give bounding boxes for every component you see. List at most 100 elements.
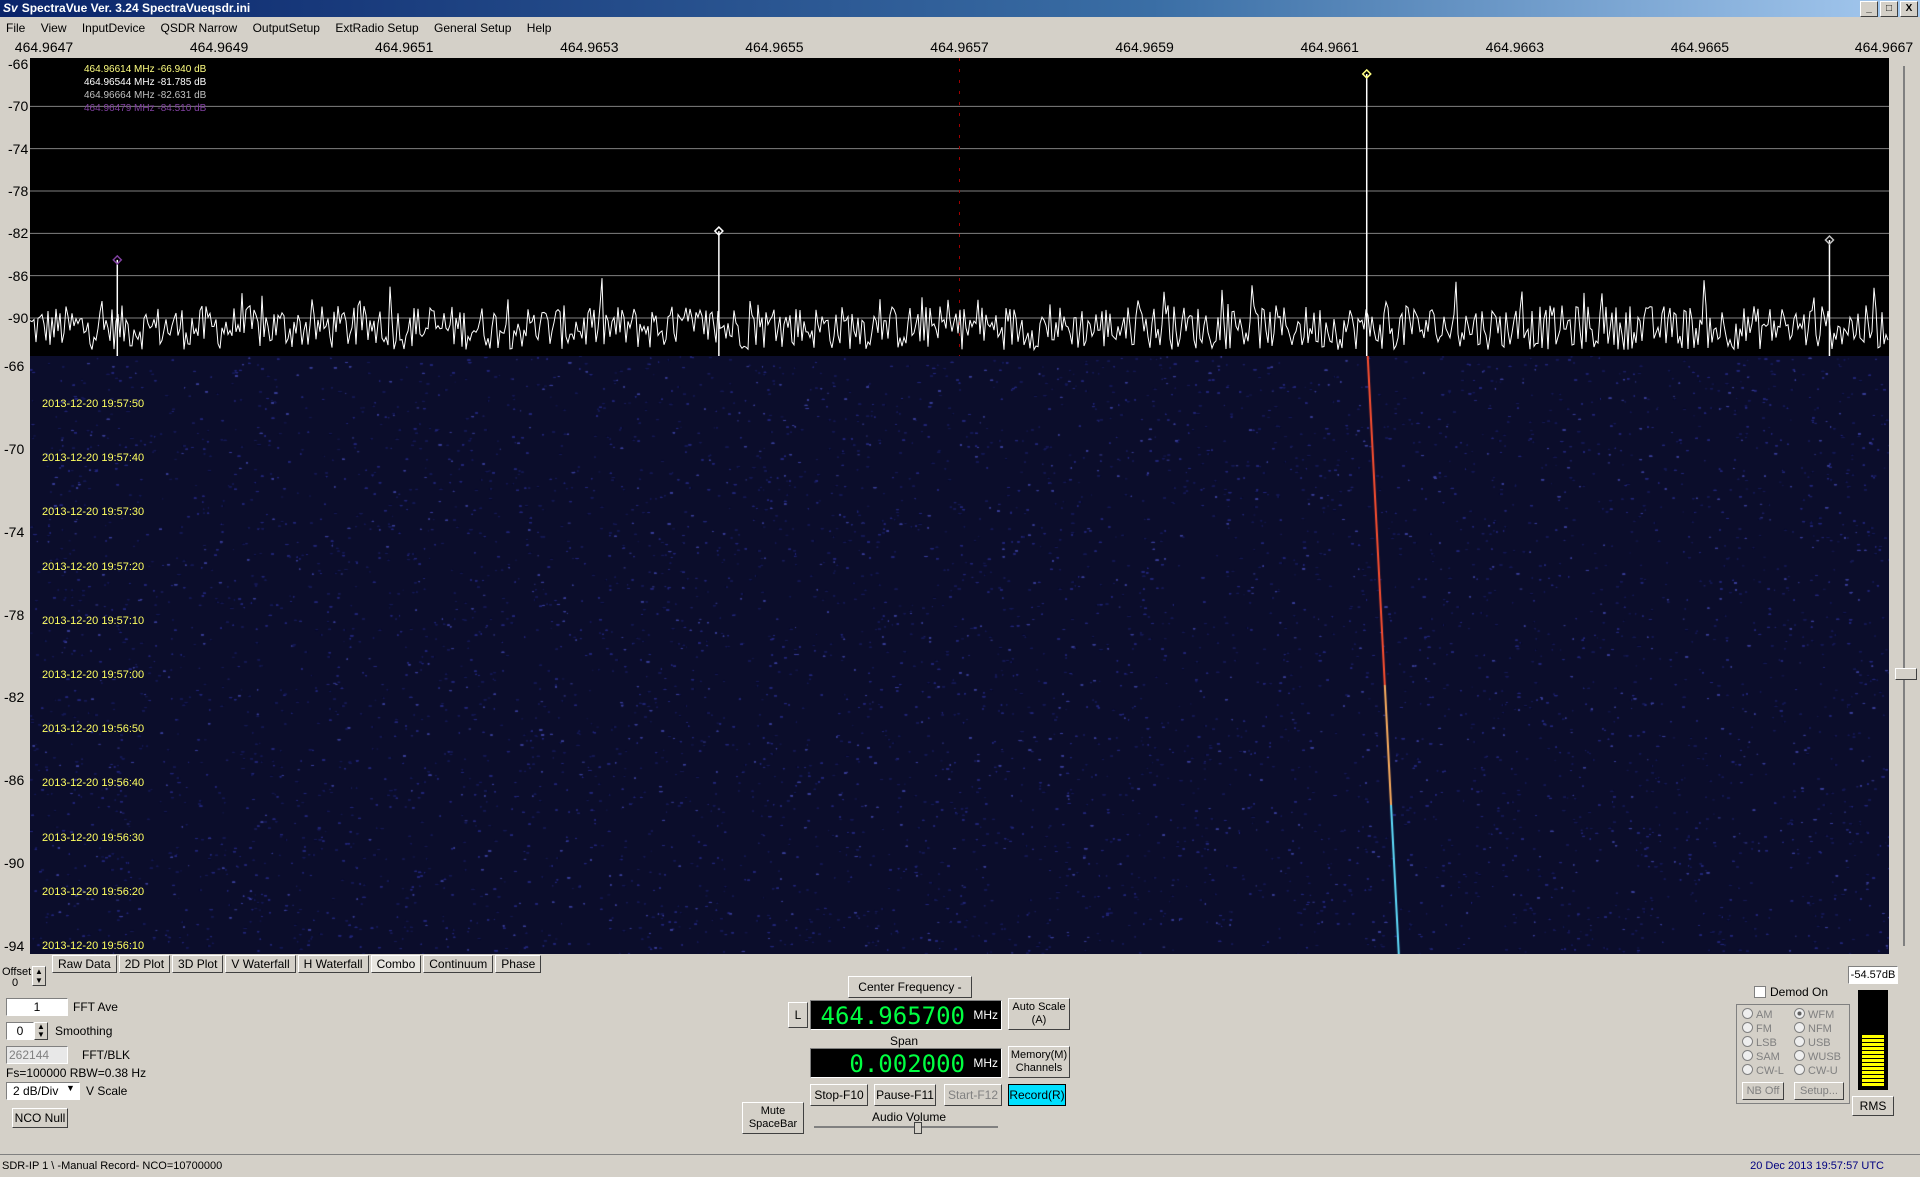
wf-db-tick: -70 <box>4 440 25 457</box>
status-datetime: 20 Dec 2013 19:57:57 UTC <box>1750 1160 1884 1172</box>
db-tick: -74 <box>8 140 29 157</box>
status-left: SDR-IP 1 \ -Manual Record- NCO=10700000 <box>2 1160 223 1172</box>
mode-wfm[interactable]: WFM <box>1794 1008 1834 1021</box>
frequency-axis: 464.9647 464.9649 464.9651 464.9653 464.9655… <box>0 38 1920 58</box>
mode-cw-u[interactable]: CW-U <box>1794 1064 1838 1077</box>
slider-track <box>1903 66 1905 946</box>
mode-usb[interactable]: USB <box>1794 1036 1831 1049</box>
stop-button[interactable]: Stop-F10 <box>810 1084 868 1106</box>
mute-button[interactable]: Mute SpaceBar <box>742 1102 804 1134</box>
auto-scale-button[interactable]: Auto Scale (A) <box>1008 998 1070 1030</box>
freq-tick: 464.9647 <box>14 39 74 55</box>
app-logo: Sv <box>3 1 18 15</box>
mode-nfm[interactable]: NFM <box>1794 1022 1832 1035</box>
waterfall-timestamp: 2013-12-20 19:57:40 <box>42 452 145 465</box>
menu-help[interactable]: Help <box>527 21 552 35</box>
start-button[interactable]: Start-F12 <box>944 1084 1002 1106</box>
span-display[interactable]: 0.002000 MHz <box>810 1048 1002 1078</box>
waterfall-timestamp: 2013-12-20 19:56:30 <box>42 831 145 844</box>
mode-am[interactable]: AM <box>1742 1008 1773 1021</box>
freq-tick: 464.9667 <box>1854 39 1914 55</box>
title-bar: Sv SpectraVue Ver. 3.24 SpectraVueqsdr.in… <box>0 0 1920 17</box>
wf-db-tick: -86 <box>4 772 25 789</box>
tab-phase[interactable]: Phase <box>495 955 542 973</box>
menu-qsdr-narrow[interactable]: QSDR Narrow <box>161 21 238 35</box>
tab-3d-plot[interactable]: 3D Plot <box>172 955 224 973</box>
demod-setup-button[interactable]: Setup... <box>1794 1082 1844 1100</box>
wf-db-tick: -94 <box>4 938 25 954</box>
db-tick: -66 <box>8 56 29 72</box>
audio-volume-thumb[interactable] <box>914 1122 922 1134</box>
frequency-display[interactable]: 464.965700 MHz <box>810 1000 1002 1030</box>
menu-file[interactable]: File <box>6 21 25 35</box>
waterfall-timestamp: 2013-12-20 19:57:20 <box>42 560 145 573</box>
rms-button[interactable]: RMS <box>1852 1096 1894 1116</box>
smoothing-input[interactable]: 0 <box>6 1022 34 1040</box>
freq-tick: 464.9663 <box>1485 39 1544 55</box>
menu-bar: File View InputDevice QSDR Narrow Output… <box>0 18 1920 38</box>
mode-lsb[interactable]: LSB <box>1742 1036 1777 1049</box>
mode-cw-l[interactable]: CW-L <box>1742 1064 1784 1077</box>
minimize-button[interactable]: _ <box>1860 1 1878 17</box>
menu-outputsetup[interactable]: OutputSetup <box>253 21 320 35</box>
db-tick: -82 <box>8 225 29 242</box>
smoothing-spinner[interactable]: ▲ ▼ <box>34 1022 48 1040</box>
nco-null-button[interactable]: NCO Null <box>12 1108 68 1128</box>
spectrum-plot[interactable]: 464.96614 MHz -66.940 dB 464.96544 MHz -… <box>30 58 1889 356</box>
tab-v-waterfall[interactable]: V Waterfall <box>225 955 296 973</box>
frequency-value: 464.965700 <box>820 1002 966 1030</box>
freq-tick: 464.9661 <box>1300 39 1359 55</box>
frequency-unit: MHz <box>973 1008 998 1022</box>
span-label: Span <box>890 1034 919 1048</box>
demod-on-checkbox[interactable] <box>1754 986 1766 998</box>
offset-spinner[interactable]: ▲ ▼ <box>32 966 46 986</box>
mode-wusb[interactable]: WUSB <box>1794 1050 1841 1063</box>
slider-thumb[interactable] <box>1895 668 1917 680</box>
audio-volume-label: Audio Volume <box>872 1110 947 1124</box>
freq-tick: 464.9659 <box>1115 39 1174 55</box>
record-button[interactable]: Record(R) <box>1008 1084 1066 1106</box>
close-button[interactable]: X <box>1900 1 1918 17</box>
mode-sam[interactable]: SAM <box>1742 1050 1780 1063</box>
wf-db-tick: -78 <box>4 606 25 623</box>
smoothing-label: Smoothing <box>55 1024 113 1038</box>
fft-ave-input[interactable]: 1 <box>6 998 68 1016</box>
fs-info: Fs=100000 RBW=0.38 Hz <box>6 1066 147 1080</box>
db-tick: -90 <box>8 310 29 326</box>
waterfall-timestamp: 2013-12-20 19:56:20 <box>42 885 145 898</box>
span-unit: MHz <box>973 1056 998 1070</box>
demod-on-label: Demod On <box>1770 985 1829 999</box>
freq-tick: 464.9653 <box>560 39 619 55</box>
freq-tick: 464.9665 <box>1670 39 1730 55</box>
menu-inputdevice[interactable]: InputDevice <box>82 21 145 35</box>
fft-blk-select[interactable]: 262144 <box>6 1046 68 1064</box>
peak-legend-1: 464.96614 MHz -66.940 dB <box>84 64 207 75</box>
signal-meter <box>1858 990 1888 1090</box>
pause-button[interactable]: Pause-F11 <box>874 1084 936 1106</box>
mode-fm[interactable]: FM <box>1742 1022 1772 1035</box>
peak-legend-2: 464.96544 MHz -81.785 dB <box>84 77 207 88</box>
menu-view[interactable]: View <box>41 21 67 35</box>
right-slider[interactable] <box>1889 58 1920 954</box>
waterfall-timestamp: 2013-12-20 19:56:40 <box>42 777 145 790</box>
center-frequency-button[interactable]: Center Frequency - Ins <box>848 976 972 1014</box>
menu-general-setup[interactable]: General Setup <box>434 21 511 35</box>
signal-meter-fill <box>1862 1035 1884 1086</box>
tab-continuum[interactable]: Continuum <box>423 955 494 973</box>
span-value: 0.002000 <box>849 1050 965 1078</box>
wf-db-tick: -66 <box>4 358 25 374</box>
tab-raw-data[interactable]: Raw Data <box>52 955 117 973</box>
peak-legend-4: 464.96479 MHz -84.510 dB <box>84 103 207 114</box>
waterfall-timestamp: 2013-12-20 19:56:50 <box>42 723 145 736</box>
waterfall-plot[interactable] <box>30 356 1889 954</box>
memory-channels-button[interactable]: Memory(M) Channels <box>1008 1046 1070 1078</box>
tab-h-waterfall[interactable]: H Waterfall <box>297 955 369 973</box>
menu-extradio-setup[interactable]: ExtRadio Setup <box>335 21 418 35</box>
maximize-button[interactable]: □ <box>1880 1 1898 17</box>
lock-button[interactable]: L <box>788 1002 808 1028</box>
nb-off-button[interactable]: NB Off <box>1742 1082 1784 1100</box>
tab-combo[interactable]: Combo <box>370 955 422 973</box>
db-tick: -70 <box>8 98 29 115</box>
tab-2d-plot[interactable]: 2D Plot <box>118 955 171 973</box>
waterfall-timestamp: 2013-12-20 19:57:00 <box>42 669 145 681</box>
